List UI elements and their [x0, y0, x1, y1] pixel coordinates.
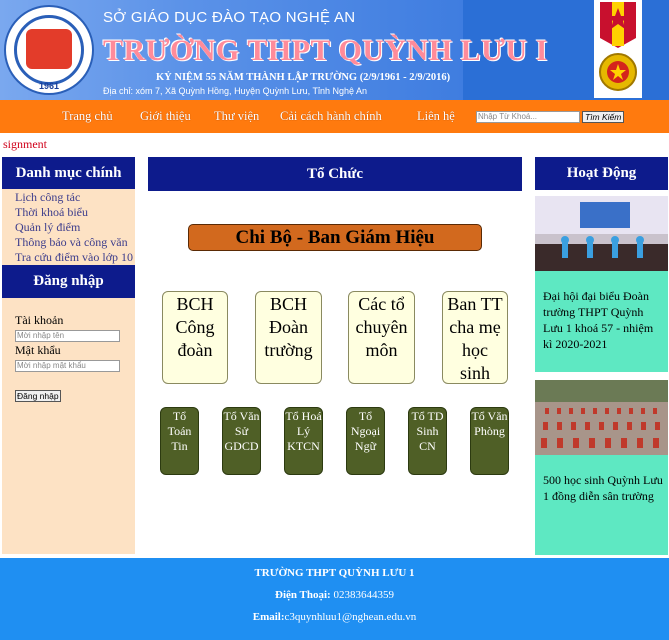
header-banner: 1961 SỞ GIÁO DỤC ĐÀO TẠO NGHỆ AN TRƯỜNG …: [0, 0, 669, 100]
dept-line: GDCD: [224, 439, 259, 453]
assignment-text: signment: [3, 137, 47, 151]
group-line: trường: [264, 340, 313, 360]
group-box-youth-union[interactable]: BCH Đoàn trường: [255, 291, 322, 384]
address-text: Địa chỉ: xóm 7, Xã Quỳnh Hồng, Huyện Quỳ…: [103, 86, 368, 96]
news-image[interactable]: [535, 380, 668, 455]
dept-line: Lý: [296, 424, 311, 438]
group-box-departments[interactable]: Các tổ chuyên môn: [348, 291, 415, 384]
sidebar-item-schedule[interactable]: Lịch công tác: [15, 190, 80, 205]
dept-box-math-it[interactable]: Tổ Toán Tin: [160, 407, 199, 475]
sidebar-item-timetable[interactable]: Thời khoá biểu: [15, 205, 88, 220]
dept-line: Sinh: [416, 424, 439, 438]
dept-box-pe-bio[interactable]: Tổ TD Sinh CN: [408, 407, 447, 475]
nav-item-contact[interactable]: Liên hệ: [417, 109, 455, 124]
phone-number: 02383644359: [330, 589, 394, 601]
school-name: TRƯỜNG THPT QUỲNH LƯU I: [103, 34, 548, 67]
footer-email: Email:c3quynhluu1@nghean.edu.vn: [0, 611, 669, 623]
group-line: học: [462, 340, 488, 360]
main-menu-title: Danh mục chính: [2, 157, 135, 189]
login-button[interactable]: Đăng nhập: [15, 390, 61, 402]
phone-label: Điện Thoại:: [275, 589, 331, 601]
password-label: Mật khẩu: [15, 343, 61, 357]
anniversary-text: KỶ NIỆM 55 NĂM THÀNH LẬP TRƯỜNG (2/9/196…: [156, 72, 451, 83]
group-line: Đoàn: [269, 317, 308, 337]
dept-box-office[interactable]: Tổ Văn Phòng: [470, 407, 509, 475]
username-input[interactable]: Mời nhập tên: [15, 330, 120, 342]
dept-line: Phòng: [474, 424, 505, 438]
news-title[interactable]: 500 học sinh Quỳnh Lưu 1 đồng diễn sân t…: [543, 472, 663, 504]
dept-line: Ngoại: [350, 424, 381, 438]
group-line: Ban TT: [447, 294, 503, 314]
login-title: Đăng nhập: [2, 265, 135, 298]
dept-line: CN: [419, 439, 436, 453]
nav-item-about[interactable]: Giới thiệu: [140, 109, 191, 124]
dept-line: Ngữ: [354, 439, 377, 453]
footer-phone: Điện Thoại: 02383644359: [0, 589, 669, 601]
left-sidebar: Danh mục chính Lịch công tác Thời khoá b…: [2, 157, 135, 554]
sidebar-item-announcements[interactable]: Thông báo và công văn: [15, 235, 128, 250]
nav-item-library[interactable]: Thư viện: [214, 109, 259, 124]
group-line: BCH: [176, 294, 214, 314]
group-line: chuyên: [355, 317, 408, 337]
dept-line: Tổ Hoá: [285, 409, 322, 423]
sidebar-item-grades[interactable]: Quản lý điểm: [15, 220, 80, 235]
dept-line: Tổ Văn: [223, 409, 260, 423]
dept-line: Tổ Văn: [471, 409, 508, 423]
search-button[interactable]: Tìm Kiếm: [582, 111, 625, 123]
dept-line: Sử: [234, 424, 249, 438]
dept-box-chemistry[interactable]: Tổ Hoá Lý KTCN: [284, 407, 323, 475]
main-nav: Trang chủ Giới thiệu Thư viện Cải cách h…: [0, 100, 669, 133]
department-name: SỞ GIÁO DỤC ĐÀO TẠO NGHỆ AN: [103, 9, 356, 26]
dept-box-foreign-lang[interactable]: Tổ Ngoại Ngữ: [346, 407, 385, 475]
leadership-box[interactable]: Chi Bộ - Ban Giám Hiệu: [188, 224, 482, 251]
group-line: BCH: [269, 294, 307, 314]
dept-line: Tổ TD: [411, 409, 444, 423]
group-box-union[interactable]: BCH Công đoàn: [162, 291, 228, 384]
news-image[interactable]: [535, 196, 668, 271]
nav-item-admin-reform[interactable]: Cải cách hành chính: [280, 109, 382, 124]
dept-line: Tổ: [172, 409, 187, 423]
news-card[interactable]: Đại hội đại biểu Đoàn trường THPT Quỳnh …: [535, 196, 668, 372]
dept-box-literature[interactable]: Tổ Văn Sử GDCD: [222, 407, 261, 475]
dept-line: Tổ: [358, 409, 373, 423]
password-input[interactable]: Mời nhập mật khẩu: [15, 360, 120, 372]
activities-title: Hoạt Động: [535, 157, 668, 190]
news-card[interactable]: 500 học sinh Quỳnh Lưu 1 đồng diễn sân t…: [535, 380, 668, 555]
group-box-parents[interactable]: Ban TT cha mẹ học sinh: [442, 291, 508, 384]
group-line: cha mẹ: [449, 317, 501, 337]
email-label: Email:: [252, 611, 285, 623]
sidebar-item-grade10-lookup[interactable]: Tra cứu điểm vào lớp 10: [15, 250, 133, 265]
logo-year: 1961: [38, 81, 60, 91]
center-title: Tổ Chức: [148, 157, 522, 191]
group-line: sinh: [459, 363, 490, 383]
nav-item-home[interactable]: Trang chủ: [62, 109, 113, 124]
footer-school: TRƯỜNG THPT QUỲNH LƯU 1: [254, 567, 415, 579]
email-address[interactable]: c3quynhluu1@nghean.edu.vn: [285, 611, 417, 623]
medal-icon: [594, 0, 642, 98]
group-line: môn: [365, 340, 398, 360]
dept-line: Tin: [171, 439, 188, 453]
group-line: Các tổ: [358, 294, 405, 314]
news-title[interactable]: Đại hội đại biểu Đoàn trường THPT Quỳnh …: [543, 288, 663, 352]
footer: TRƯỜNG THPT QUỲNH LƯU 1 Điện Thoại: 0238…: [0, 558, 669, 640]
group-line: Công: [175, 317, 215, 337]
search-input[interactable]: Nhập Từ Khoá...: [476, 111, 580, 123]
group-line: đoàn: [177, 340, 213, 360]
username-label: Tài khoản: [15, 313, 64, 327]
dept-line: Toán: [167, 424, 192, 438]
dept-line: KTCN: [287, 439, 320, 453]
school-logo[interactable]: 1961: [4, 5, 94, 95]
